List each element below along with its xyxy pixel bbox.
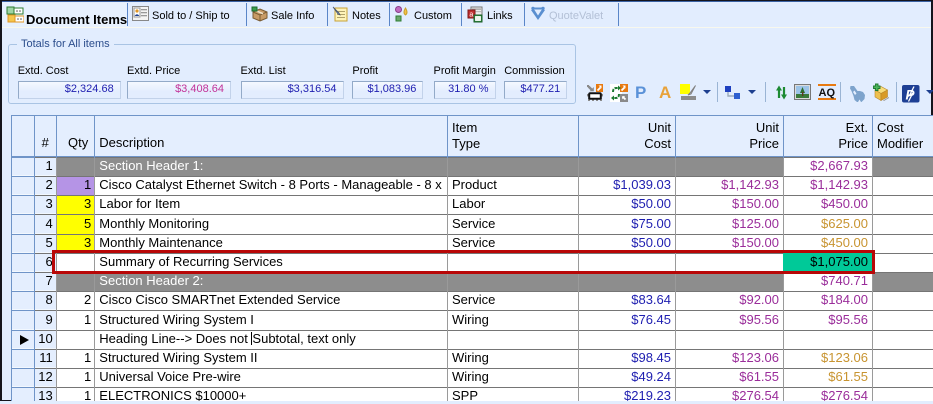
svg-text:a: a (469, 12, 473, 19)
svg-text:AQ: AQ (819, 87, 836, 99)
